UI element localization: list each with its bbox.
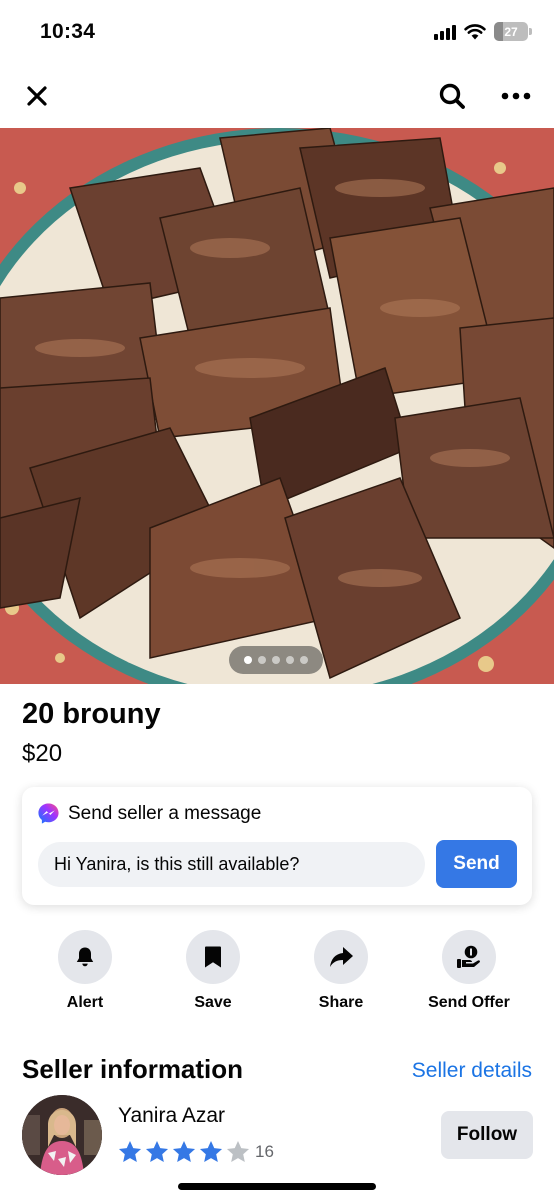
message-input[interactable] [38,842,425,887]
seller-photo [22,1095,102,1175]
send-offer-circle[interactable] [442,930,496,984]
cellular-signal-icon [434,24,456,40]
bell-icon [76,947,94,967]
message-header: Send seller a message [37,802,261,825]
share-button[interactable]: Share [281,930,401,1012]
bookmark-icon [205,946,221,968]
status-icons: 27 [434,22,532,41]
seller-rating: 16 [117,1139,274,1165]
send-offer-label: Send Offer [428,994,510,1011]
battery-icon: 27 [494,22,532,41]
star-filled-icon [145,1140,169,1162]
follow-button[interactable]: Follow [441,1111,533,1159]
seller-info-heading: Seller information [22,1054,244,1084]
share-icon [330,947,353,967]
battery-level: 27 [504,24,518,39]
alert-label: Alert [66,994,104,1011]
save-button[interactable]: Save [153,930,273,1012]
listing-title: 20 brouny [22,698,161,730]
send-button[interactable]: Send [436,840,517,888]
status-bar: 10:34 27 [0,0,554,66]
action-row: Alert Save Share Send Offer [0,930,554,1020]
seller-name[interactable]: Yanira Azar [118,1104,225,1128]
star-filled-icon [172,1140,196,1162]
pagination-dot[interactable] [300,656,308,664]
photo-pagination[interactable] [229,646,323,674]
close-icon [27,86,47,106]
save-circle[interactable] [186,930,240,984]
save-label: Save [194,994,232,1011]
message-card: Send seller a message Send [22,787,532,905]
wifi-icon [464,24,486,40]
offer-icon [457,945,480,968]
message-heading: Send seller a message [68,802,262,824]
share-circle[interactable] [314,930,368,984]
rating-stars [117,1139,251,1165]
more-icon [501,92,531,100]
pagination-dot[interactable] [244,656,252,664]
share-label: Share [318,994,364,1011]
alert-circle[interactable] [58,930,112,984]
search-button[interactable] [432,76,472,116]
pagination-dot[interactable] [258,656,266,664]
listing-photo[interactable] [0,128,554,684]
star-filled-icon [118,1140,142,1162]
seller-details-link[interactable]: Seller details [412,1059,532,1083]
send-offer-button[interactable]: Send Offer [409,930,529,1012]
star-empty-icon [226,1140,250,1162]
pagination-dot[interactable] [272,656,280,664]
rating-count: 16 [255,1142,274,1161]
more-button[interactable] [496,76,536,116]
nav-bar [0,66,554,126]
brownies-image [0,128,554,684]
alert-button[interactable]: Alert [25,930,145,1012]
star-filled-icon [199,1140,223,1162]
search-icon [439,83,465,109]
status-time: 10:34 [40,20,96,43]
avatar[interactable] [22,1095,102,1175]
messenger-icon [38,803,59,824]
close-button[interactable] [17,76,57,116]
listing-price: $20 [22,740,63,767]
home-indicator [178,1183,376,1190]
pagination-dot[interactable] [286,656,294,664]
